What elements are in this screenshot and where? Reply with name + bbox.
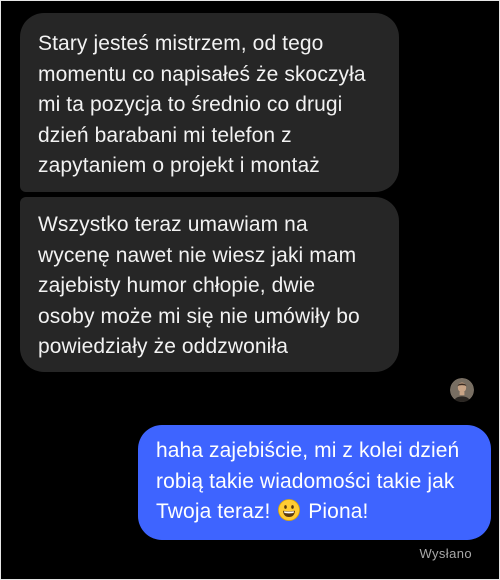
incoming-message-bubble[interactable]: Wszystko teraz umawiam na wycenę nawet n… (20, 197, 399, 372)
chat-thread: Stary jesteś mistrzem, od tego momentu c… (0, 0, 500, 580)
seen-avatar[interactable] (450, 378, 474, 402)
grinning-face-emoji-icon (278, 499, 301, 521)
incoming-message-bubble[interactable]: Stary jesteś mistrzem, od tego momentu c… (20, 13, 399, 192)
message-status: Wysłano (419, 546, 472, 561)
outgoing-message-bubble[interactable]: haha zajebiście, mi z kolei dzień robią … (138, 425, 491, 540)
avatar-icon (450, 378, 474, 402)
outgoing-message-text: Piona! (308, 500, 369, 523)
